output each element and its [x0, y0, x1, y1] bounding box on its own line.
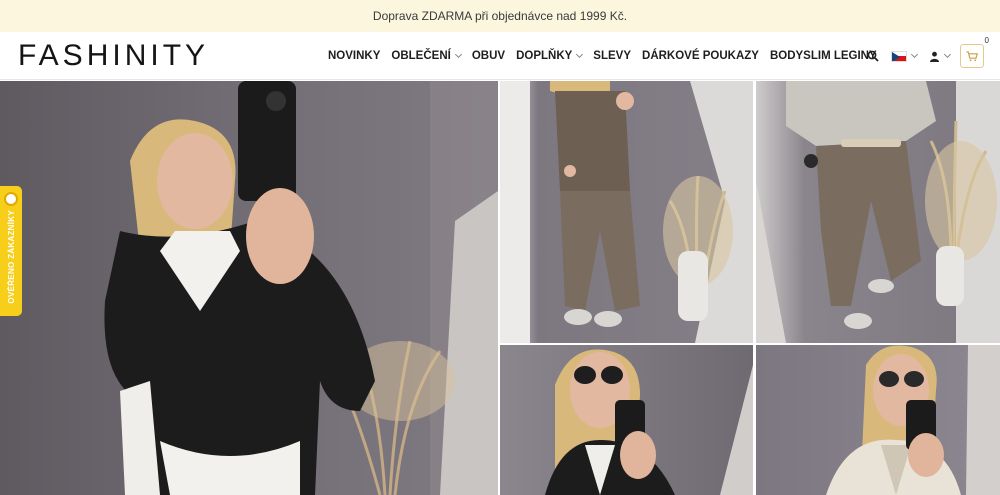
nav-label: DOPLŇKY: [516, 50, 573, 62]
nav-item-obuv[interactable]: OBUV: [472, 50, 505, 62]
trousers-outfit-illustration: [756, 81, 1000, 343]
nav-label: OBUV: [471, 50, 506, 62]
user-icon: [930, 51, 939, 62]
shipping-announcement-bar: Doprava ZDARMA při objednávce nad 1999 K…: [0, 0, 1000, 32]
header-tools: 0: [855, 32, 989, 80]
chevron-down-icon: [576, 50, 584, 59]
nav-item-obleceni[interactable]: OBLEČENÍ: [391, 50, 462, 62]
verified-reviews-badge[interactable]: OVĚŘENO ZÁKAZNÍKY: [0, 186, 22, 316]
language-selector[interactable]: [891, 50, 919, 62]
nav-label: OBLEČENÍ: [391, 50, 451, 62]
czech-flag-icon: [891, 50, 907, 62]
nav-item-slevy[interactable]: SLEVY: [593, 50, 631, 62]
verified-seal-icon: [4, 192, 18, 206]
sunglasses-selfie-illustration: [545, 349, 753, 495]
hero-image-main-illustration: [104, 81, 498, 495]
cart-button[interactable]: 0: [960, 36, 989, 68]
nav-item-novinky[interactable]: NOVINKY: [328, 50, 380, 62]
cart-count: 0: [984, 36, 989, 45]
main-navigation: NOVINKY OBLEČENÍ OBUV DOPLŇKY SLEVY DÁRK…: [328, 32, 888, 80]
account-button[interactable]: [929, 50, 952, 62]
cart-icon: [966, 50, 978, 61]
gallery-image-vest-outfit[interactable]: [500, 81, 753, 343]
verified-badge-text: OVĚŘENO ZÁKAZNÍKY: [6, 210, 16, 304]
site-header: FASHINITY NOVINKY OBLEČENÍ OBUV DOPLŇKY …: [0, 32, 1000, 80]
cardigan-selfie-illustration: [826, 345, 1000, 495]
gallery-image-trousers-outfit[interactable]: [756, 81, 1000, 343]
nav-label: DÁRKOVÉ POUKAZY: [642, 50, 759, 62]
search-icon: [867, 50, 879, 62]
chevron-down-icon: [910, 50, 919, 59]
nav-item-doplnky[interactable]: DOPLŇKY: [516, 50, 584, 62]
nav-label: NOVINKY: [328, 50, 381, 62]
hero-image-main[interactable]: [0, 81, 498, 495]
hero-gallery: [0, 81, 1000, 495]
shipping-announcement-text: Doprava ZDARMA při objednávce nad 1999 K…: [372, 9, 628, 23]
chevron-down-icon: [454, 50, 462, 59]
vest-outfit-illustration: [500, 81, 753, 343]
gallery-image-cardigan-selfie[interactable]: [756, 345, 1000, 495]
site-logo[interactable]: FASHINITY: [18, 40, 209, 72]
chevron-down-icon: [943, 50, 952, 59]
nav-label: SLEVY: [593, 50, 632, 62]
search-button[interactable]: [867, 50, 879, 62]
nav-item-darkove-poukazy[interactable]: DÁRKOVÉ POUKAZY: [642, 50, 759, 62]
gallery-image-sunglasses-selfie[interactable]: [500, 345, 753, 495]
